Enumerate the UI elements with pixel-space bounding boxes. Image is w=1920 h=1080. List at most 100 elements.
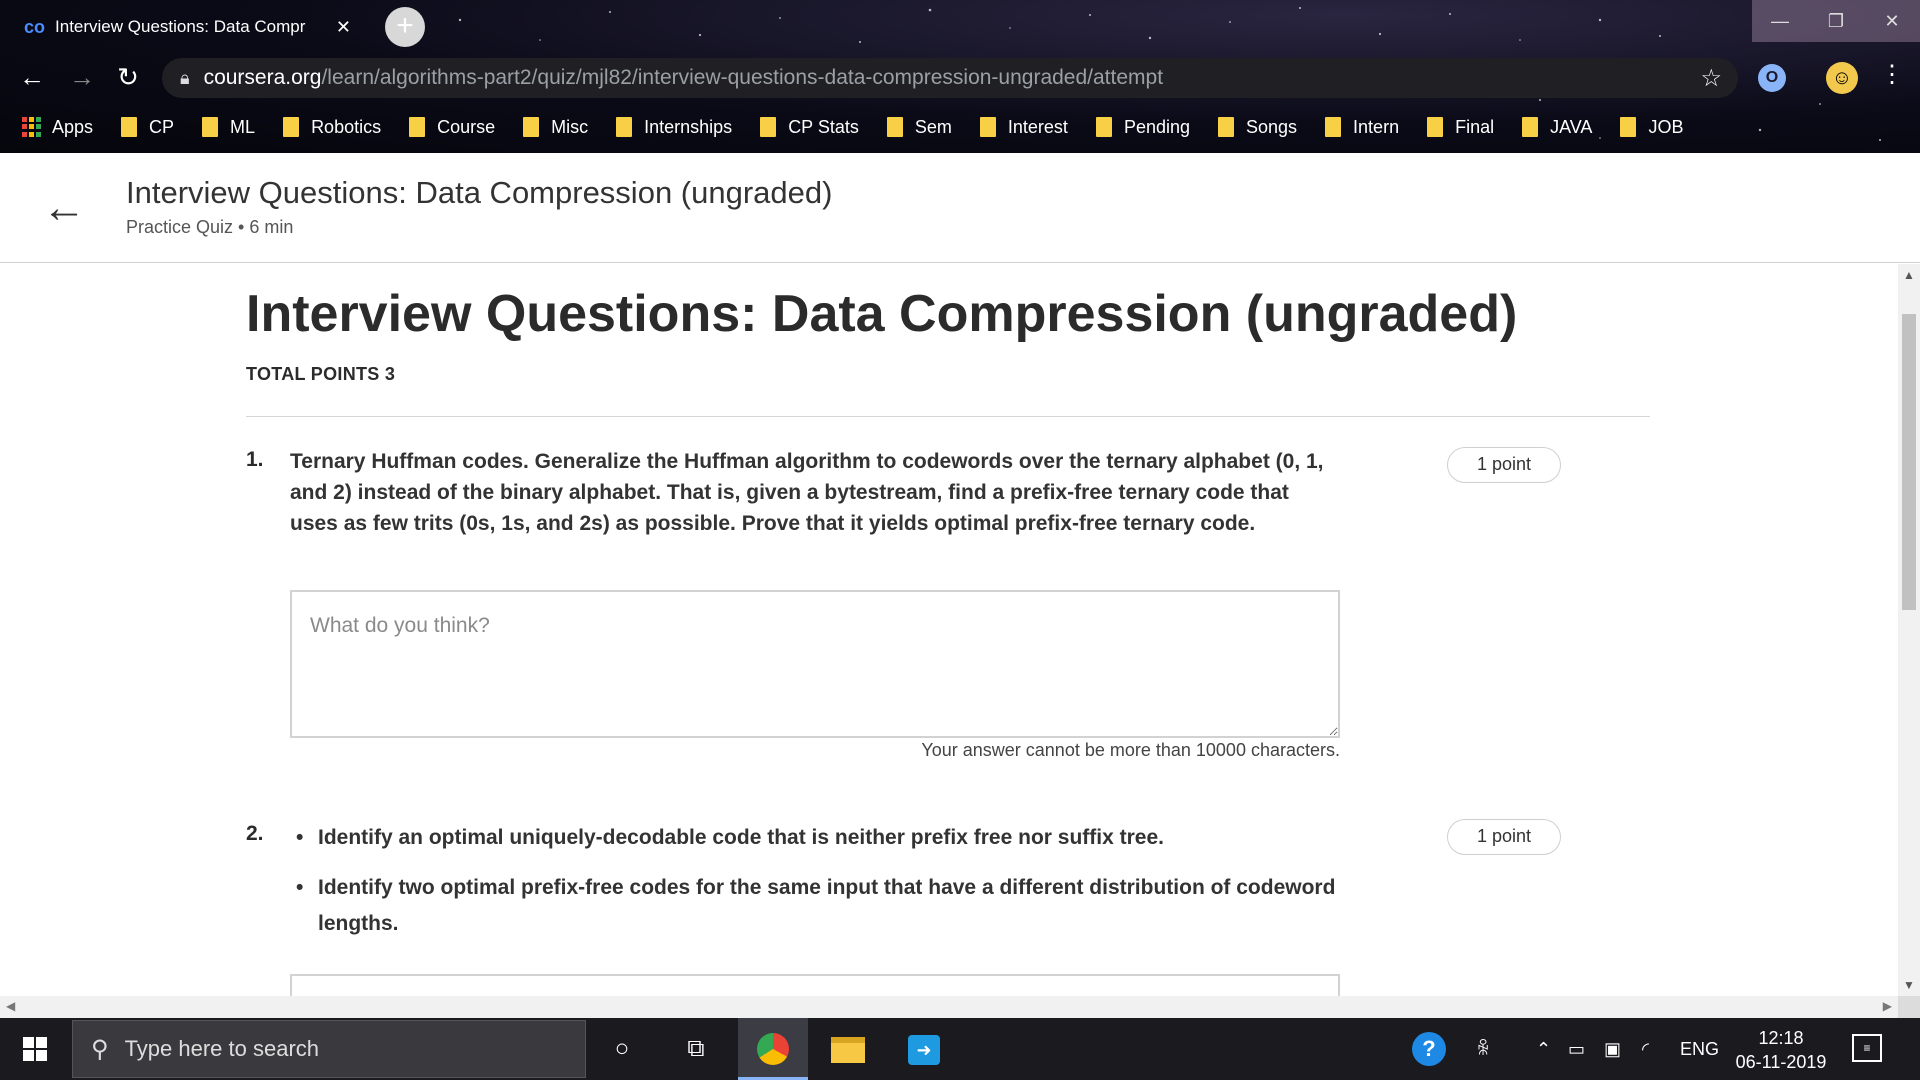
bookmark-folder[interactable]: Course [409, 117, 495, 138]
bookmark-folder[interactable]: Misc [523, 117, 588, 138]
bookmark-label: JOB [1648, 116, 1684, 137]
folder-icon [1218, 117, 1234, 137]
folder-icon [523, 117, 540, 137]
horizontal-scrollbar[interactable]: ◀ ▶ [0, 996, 1898, 1018]
points-badge: 1 point [1447, 819, 1561, 855]
navigation-bar: ← → ↻ 🔒︎ coursera.org /learn/algorithms-… [0, 56, 1920, 100]
clock[interactable]: 12:18 06-11-2019 [1726, 1026, 1836, 1074]
bookmark-label: JAVA [1550, 116, 1593, 137]
language-indicator[interactable]: ENG [1680, 1018, 1719, 1080]
bookmark-label: Apps [52, 116, 94, 137]
list-item: Identify two optimal prefix-free codes f… [290, 870, 1340, 942]
bookmark-folder[interactable]: Internships [616, 117, 732, 138]
bookmark-label: Course [437, 116, 496, 137]
bookmark-folder[interactable]: Pending [1095, 116, 1190, 138]
reload-icon[interactable]: ↻ [110, 62, 146, 93]
battery-icon[interactable]: ▭ [1568, 1018, 1585, 1080]
app-taskbar-icon[interactable]: ➜ [898, 1028, 950, 1070]
question-bullets: Identify an optimal uniquely-decodable c… [290, 820, 1340, 956]
bookmark-folder[interactable]: JAVA [1522, 117, 1592, 138]
scroll-up-icon[interactable]: ▲ [1898, 268, 1920, 282]
bookmark-folder[interactable]: Songs [1218, 117, 1297, 138]
bookmark-label: Internships [644, 116, 733, 137]
bookmark-label: CP Stats [788, 116, 859, 137]
folder-icon [979, 117, 996, 137]
close-tab-icon[interactable]: ✕ [336, 17, 351, 38]
lock-icon: 🔒︎ [180, 67, 190, 88]
minimize-icon[interactable]: — [1752, 0, 1808, 42]
answer-textarea-partial[interactable] [290, 974, 1340, 996]
menu-kebab-icon[interactable]: ⋮ [1880, 60, 1904, 89]
scroll-left-icon[interactable]: ◀ [6, 999, 15, 1013]
windows-taskbar: ⚲ Type here to search ○ ⧉ ➜ ? ꆜ ⌃ ▭ ▣ ◜ … [0, 1018, 1920, 1080]
bookmark-folder[interactable]: Sem [886, 116, 952, 138]
character-limit-note: Your answer cannot be more than 10000 ch… [921, 740, 1340, 760]
question-text: Ternary Huffman codes. Generalize the Hu… [290, 450, 1324, 535]
forward-icon[interactable]: → [64, 62, 100, 93]
divider [246, 416, 1650, 417]
back-icon[interactable]: ← [14, 62, 50, 93]
total-points: TOTAL POINTS 3 [246, 364, 396, 384]
close-window-icon[interactable]: ✕ [1864, 0, 1920, 42]
notification-icon[interactable]: ≡ [1852, 1034, 1882, 1062]
vertical-scrollbar[interactable]: ▲ ▼ [1898, 264, 1920, 996]
browser-chrome: co Interview Questions: Data Compr ✕ + —… [0, 0, 1920, 153]
folder-icon [1620, 117, 1637, 137]
bookmark-star-icon[interactable]: ☆ [1700, 64, 1722, 93]
wifi-icon[interactable]: ◜ [1642, 1018, 1649, 1080]
browser-tab[interactable]: co Interview Questions: Data Compr ✕ [10, 6, 365, 48]
points-badge: 1 point [1447, 447, 1561, 483]
header-subtitle: Practice Quiz • 6 min [126, 217, 294, 237]
folder-icon [202, 117, 219, 137]
folder-icon [1427, 117, 1444, 137]
file-explorer-icon[interactable] [822, 1028, 874, 1070]
scroll-down-icon[interactable]: ▼ [1898, 978, 1920, 992]
bookmark-label: Intern [1353, 116, 1400, 137]
quiz-header: ← Interview Questions: Data Compression … [0, 153, 1920, 263]
bookmark-folder[interactable]: ML [202, 117, 255, 138]
bookmark-folder[interactable]: Robotics [283, 117, 381, 138]
bookmark-label: Pending [1123, 116, 1190, 137]
bookmark-folder[interactable]: JOB [1620, 117, 1683, 138]
url-path: /learn/algorithms-part2/quiz/mjl82/inter… [321, 66, 1164, 89]
scroll-right-icon[interactable]: ▶ [1883, 999, 1892, 1013]
bookmark-label: Songs [1246, 116, 1298, 137]
url-host: coursera.org [203, 66, 322, 89]
coursera-favicon-icon: co [24, 16, 46, 37]
question-number: 1. [246, 448, 264, 471]
address-bar[interactable]: 🔒︎ coursera.org /learn/algorithms-part2/… [162, 58, 1738, 98]
restore-icon[interactable]: ❐ [1808, 0, 1864, 42]
folder-icon [1095, 117, 1112, 137]
network-device-icon[interactable]: ▣ [1604, 1018, 1621, 1080]
bookmark-label: Robotics [311, 116, 382, 137]
chrome-taskbar-icon[interactable] [738, 1018, 808, 1080]
back-arrow-icon[interactable]: ← [42, 183, 86, 233]
header-title: Interview Questions: Data Compression (u… [126, 175, 833, 210]
folder-icon [1325, 117, 1342, 137]
people-icon[interactable]: ꆜ [1476, 1018, 1490, 1080]
taskbar-search[interactable]: ⚲ Type here to search [72, 1020, 586, 1078]
windows-start-icon[interactable] [0, 1018, 70, 1080]
bookmark-apps[interactable]: Apps [22, 117, 93, 138]
new-tab-button[interactable]: + [385, 7, 425, 47]
bookmark-folder[interactable]: Final [1427, 117, 1494, 138]
scroll-thumb[interactable] [1902, 314, 1916, 610]
extension-icon[interactable]: O [1758, 64, 1786, 92]
answer-textarea[interactable] [290, 590, 1340, 738]
apps-grid-icon [22, 117, 42, 137]
bookmark-label: Interest [1007, 116, 1068, 137]
bookmark-label: Sem [914, 116, 952, 137]
profile-avatar[interactable]: ☺ [1826, 62, 1858, 94]
window-controls: — ❐ ✕ [1752, 0, 1920, 42]
search-icon: ⚲ [91, 1035, 109, 1063]
bookmark-folder[interactable]: CP [121, 117, 174, 138]
bookmark-folder[interactable]: Interest [979, 116, 1068, 138]
bookmark-label: Final [1455, 116, 1495, 137]
bookmark-folder[interactable]: CP Stats [760, 117, 859, 138]
show-hidden-icons-icon[interactable]: ⌃ [1536, 1018, 1551, 1080]
task-view-icon[interactable]: ⧉ [672, 1028, 720, 1070]
bookmark-folder[interactable]: Intern [1325, 117, 1399, 138]
help-icon[interactable]: ? [1412, 1032, 1446, 1066]
cortana-icon[interactable]: ○ [598, 1028, 646, 1070]
folder-icon [283, 117, 300, 137]
